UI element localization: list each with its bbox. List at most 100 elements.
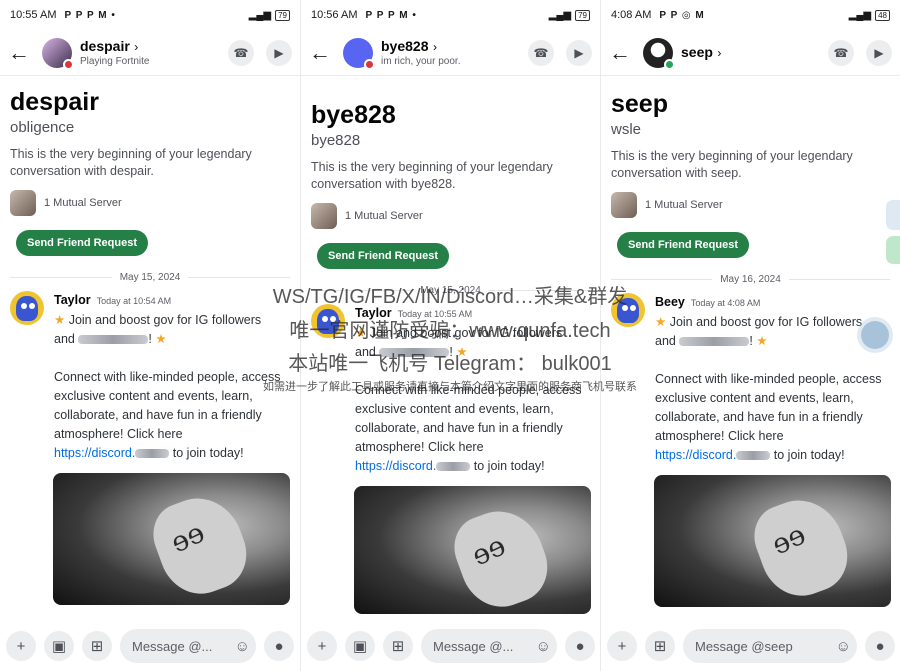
date-divider: May 15, 2024	[10, 272, 291, 283]
back-arrow-icon[interactable]: ←	[609, 40, 637, 66]
redacted-link	[135, 449, 170, 459]
intro-text: This is the very beginning of your legen…	[311, 160, 553, 191]
invite-link[interactable]: https://discord.	[355, 459, 436, 473]
message-body: ★ Join and boost gov for IG followers an…	[355, 324, 595, 476]
video-call-icon[interactable]: ▶	[566, 39, 592, 66]
message-line2-prefix: and	[655, 334, 680, 348]
message-line2-prefix: and	[355, 345, 380, 359]
mutual-servers[interactable]: 1 Mutual Server	[611, 192, 890, 218]
chat-panel-seep: 4:08 AM P P ◎ M ▂▄▆ 48 ← seep › ☎ ▶ seep…	[600, 0, 900, 671]
status-time: 4:08 AM	[611, 9, 652, 21]
floating-edge-widget[interactable]	[886, 200, 900, 230]
date-divider: May 16, 2024	[611, 274, 891, 285]
message-body: ★ Join and boost gov for IG followers an…	[655, 313, 895, 465]
notification-icons: P P ◎ M	[659, 9, 705, 21]
message-timestamp: Today at 10:55 AM	[397, 309, 473, 319]
date-label: May 15, 2024	[119, 272, 181, 283]
back-arrow-icon[interactable]: ←	[309, 40, 337, 66]
redacted-text	[379, 348, 450, 358]
mutual-servers-label: 1 Mutual Server	[645, 199, 723, 211]
intro-display-name: despair	[10, 88, 99, 116]
battery-icon: 79	[275, 9, 290, 21]
send-friend-request-button[interactable]: Send Friend Request	[317, 243, 450, 269]
message-line2-suffix: !	[148, 332, 152, 346]
invite-link[interactable]: https://discord.	[54, 446, 135, 460]
header-titles[interactable]: seep ›	[681, 44, 721, 62]
back-arrow-icon[interactable]: ←	[8, 40, 36, 66]
voice-call-icon[interactable]: ☎	[228, 39, 254, 66]
server-icon	[10, 190, 36, 216]
star-emoji-icon: ★	[655, 315, 667, 329]
emoji-icon[interactable]: ☺	[235, 638, 250, 655]
microphone-icon[interactable]: ●	[565, 631, 595, 661]
header-titles[interactable]: bye828 › im rich, your poor.	[381, 38, 460, 67]
message-input[interactable]: Message @... ☺	[421, 629, 557, 663]
message-line1: Join and boost gov for IG followers	[369, 326, 563, 340]
intro-username: bye828	[311, 132, 361, 149]
message-timestamp: Today at 10:54 AM	[96, 296, 172, 306]
intro-username: obligence	[10, 119, 75, 136]
attached-image[interactable]: ɘɘ	[654, 475, 891, 607]
gallery-icon[interactable]: ▣	[345, 631, 375, 661]
author-avatar[interactable]	[611, 293, 645, 327]
plus-icon[interactable]: +	[307, 631, 337, 661]
dm-header: ← seep › ☎ ▶	[601, 30, 900, 76]
star-emoji-icon: ★	[756, 334, 768, 348]
message-author[interactable]: Taylor	[54, 293, 91, 307]
video-call-icon[interactable]: ▶	[266, 39, 292, 66]
attached-image[interactable]: ɘɘ	[53, 473, 290, 605]
gift-icon[interactable]: ⊞	[645, 631, 675, 661]
battery-icon: 79	[575, 9, 590, 21]
author-avatar[interactable]	[10, 291, 44, 325]
system-icons: ▂▄▆ 79	[249, 9, 290, 21]
message-line3: Connect with like-minded people, access …	[655, 372, 882, 443]
star-emoji-icon: ★	[456, 345, 468, 359]
avatar[interactable]	[643, 37, 675, 70]
send-friend-request-button[interactable]: Send Friend Request	[16, 230, 149, 256]
floating-edge-widget-green[interactable]	[886, 236, 900, 264]
voice-call-icon[interactable]: ☎	[828, 39, 854, 66]
header-titles[interactable]: despair › Playing Fortnite	[80, 38, 149, 67]
microphone-icon[interactable]: ●	[865, 631, 895, 661]
message-input[interactable]: Message @seep ☺	[683, 629, 857, 663]
mutual-servers[interactable]: 1 Mutual Server	[10, 190, 290, 216]
video-call-icon[interactable]: ▶	[866, 39, 892, 66]
mutual-servers[interactable]: 1 Mutual Server	[311, 203, 590, 229]
redacted-text	[679, 337, 750, 347]
author-avatar[interactable]	[311, 304, 345, 338]
plus-icon[interactable]: +	[6, 631, 36, 661]
date-label: May 16, 2024	[720, 274, 781, 285]
invite-link[interactable]: https://discord.	[655, 448, 736, 462]
message-composer: + ▣ ⊞ Message @... ☺ ●	[301, 621, 600, 671]
floating-assistive-bubble[interactable]	[861, 321, 889, 349]
message: Beey Today at 4:08 AM ★ Join and boost go…	[601, 293, 900, 465]
emoji-icon[interactable]: ☺	[536, 638, 551, 655]
gallery-icon[interactable]: ▣	[44, 631, 74, 661]
message-link-tail: to join today!	[470, 459, 545, 473]
gift-icon[interactable]: ⊞	[82, 631, 112, 661]
attached-image[interactable]: ɘɘ	[354, 486, 591, 614]
chat-panel-bye828: 10:56 AM P P P M • ▂▄▆ 79 ← bye828 › im …	[300, 0, 600, 671]
message-placeholder: Message @...	[433, 638, 514, 654]
dm-header: ← bye828 › im rich, your poor. ☎ ▶	[301, 30, 600, 76]
message-author[interactable]: Taylor	[355, 306, 392, 320]
microphone-icon[interactable]: ●	[264, 631, 294, 661]
status-bar: 10:55 AM P P P M • ▂▄▆ 79	[0, 0, 300, 30]
gift-icon[interactable]: ⊞	[383, 631, 413, 661]
message-author[interactable]: Beey	[655, 295, 685, 309]
status-bar: 4:08 AM P P ◎ M ▂▄▆ 48	[601, 0, 900, 30]
message-line2-prefix: and	[54, 332, 79, 346]
avatar[interactable]	[42, 37, 74, 70]
avatar[interactable]	[343, 37, 375, 70]
redacted-text	[78, 335, 149, 345]
emoji-icon[interactable]: ☺	[836, 638, 851, 655]
plus-icon[interactable]: +	[607, 631, 637, 661]
send-friend-request-button[interactable]: Send Friend Request	[617, 232, 750, 258]
dm-intro: bye828 bye828 This is the very beginning…	[301, 76, 600, 269]
online-status-dot	[664, 58, 675, 70]
voice-call-icon[interactable]: ☎	[528, 39, 554, 66]
message-input[interactable]: Message @... ☺	[120, 629, 256, 663]
system-icons: ▂▄▆ 79	[549, 9, 590, 21]
dnd-status-dot	[364, 58, 375, 70]
system-icons: ▂▄▆ 48	[849, 9, 890, 21]
